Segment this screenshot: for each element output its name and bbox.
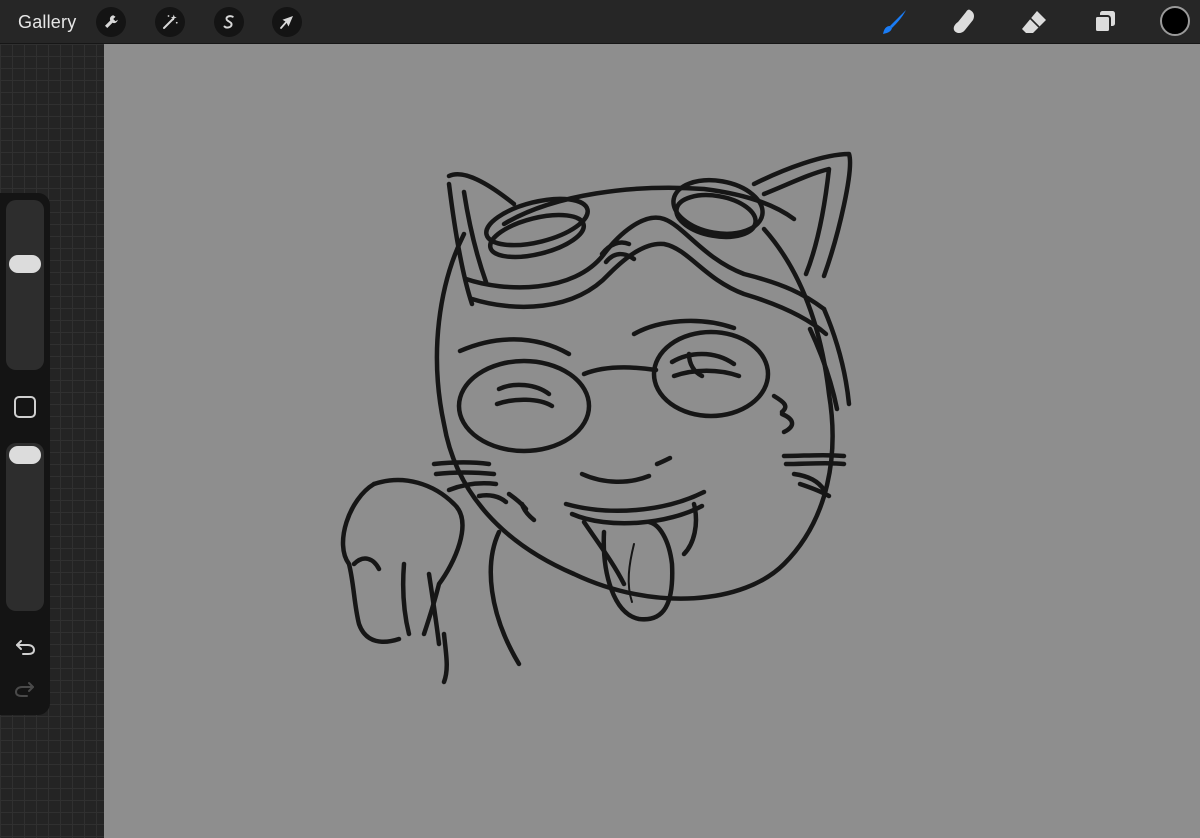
selection-button[interactable] bbox=[214, 7, 244, 37]
eraser-icon bbox=[1022, 11, 1046, 33]
redo-icon bbox=[14, 682, 34, 697]
top-toolbar: Gallery bbox=[0, 0, 1200, 44]
undo-button[interactable] bbox=[12, 636, 38, 658]
arrow-cursor-icon bbox=[280, 16, 293, 29]
brush-opacity-thumb[interactable] bbox=[9, 446, 41, 464]
adjustments-button[interactable] bbox=[155, 7, 185, 37]
drawing-canvas[interactable] bbox=[104, 44, 1200, 838]
left-sidebar bbox=[0, 193, 50, 715]
wrench-icon bbox=[105, 15, 118, 28]
color-picker-button[interactable] bbox=[1160, 6, 1190, 36]
gallery-button[interactable]: Gallery bbox=[18, 11, 76, 33]
actions-button[interactable] bbox=[96, 7, 126, 37]
undo-icon bbox=[16, 640, 36, 655]
layers-button[interactable] bbox=[1089, 6, 1121, 38]
brush-size-thumb[interactable] bbox=[9, 255, 41, 273]
brush-opacity-slider[interactable] bbox=[6, 443, 44, 611]
cat-sketch-drawing bbox=[340, 151, 853, 685]
brush-tool-button[interactable] bbox=[878, 6, 910, 38]
redo-button[interactable] bbox=[12, 678, 38, 700]
brush-size-slider[interactable] bbox=[6, 200, 44, 370]
brush-icon bbox=[883, 10, 906, 34]
smudge-tool-button[interactable] bbox=[948, 6, 980, 38]
magic-wand-icon bbox=[163, 14, 178, 29]
transform-button[interactable] bbox=[272, 7, 302, 37]
modify-square-icon[interactable] bbox=[14, 396, 36, 418]
layers-icon bbox=[1094, 11, 1115, 33]
selection-s-icon bbox=[223, 15, 234, 29]
eraser-tool-button[interactable] bbox=[1018, 6, 1050, 38]
procreate-app: Gallery bbox=[0, 0, 1200, 838]
smudge-finger-icon bbox=[953, 9, 974, 33]
